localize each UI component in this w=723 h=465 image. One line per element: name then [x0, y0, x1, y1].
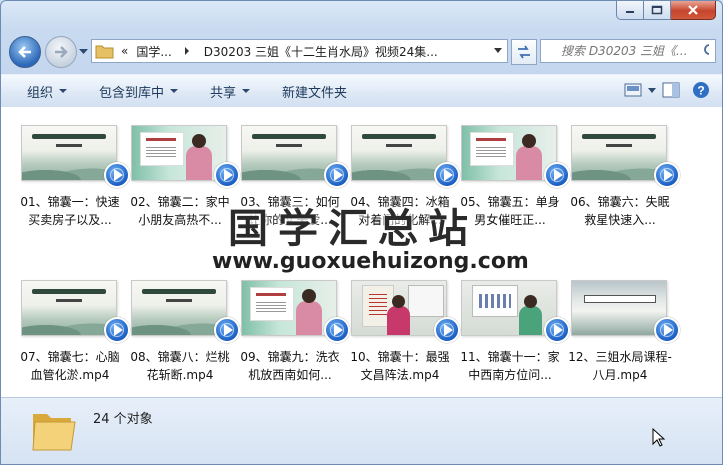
share-label: 共享 — [210, 85, 237, 101]
breadcrumb-separator-icon[interactable] — [182, 46, 192, 56]
file-name: 07、锦囊七：心脑血管化淤.mp4 — [20, 350, 120, 382]
recent-pages-button[interactable] — [79, 44, 88, 58]
video-thumbnail — [21, 280, 117, 336]
video-thumbnail — [241, 280, 337, 336]
chevron-down-icon — [59, 89, 68, 93]
details-pane: 24 个对象 — [1, 398, 722, 464]
file-name: 02、锦囊二：家中小朋友高热不... — [130, 195, 230, 227]
view-controls: ? — [624, 79, 710, 101]
media-player-icon — [324, 317, 350, 343]
help-icon: ? — [693, 82, 709, 98]
svg-text:?: ? — [697, 84, 704, 98]
address-dropdown-icon[interactable] — [493, 45, 503, 55]
forward-arrow-icon — [55, 46, 68, 58]
breadcrumb-overflow[interactable]: « — [121, 44, 128, 58]
media-player-icon — [214, 162, 240, 188]
video-thumbnail — [241, 125, 337, 181]
view-icon — [624, 83, 642, 97]
chevron-down-icon — [79, 49, 88, 54]
breadcrumb-root[interactable]: 国学... — [136, 43, 171, 60]
maximize-button[interactable] — [644, 1, 671, 20]
chevron-down-icon — [242, 89, 251, 93]
folder-icon — [95, 45, 114, 59]
media-player-icon — [544, 317, 570, 343]
video-thumbnail — [461, 280, 557, 336]
video-thumbnail — [571, 125, 667, 181]
share-menu[interactable]: 共享 — [210, 82, 251, 101]
include-library-label: 包含到库中 — [99, 85, 165, 101]
file-name: 08、锦囊八：烂桃花斩断.mp4 — [130, 350, 230, 382]
media-player-icon — [654, 162, 680, 188]
video-thumbnail — [131, 125, 227, 181]
media-player-icon — [434, 317, 460, 343]
back-arrow-icon — [18, 46, 31, 58]
video-thumbnail — [351, 280, 447, 336]
media-player-icon — [104, 317, 130, 343]
back-button[interactable] — [9, 36, 41, 68]
close-button[interactable] — [671, 1, 716, 20]
file-name: 09、锦囊九：洗衣机放西南如何... — [240, 350, 340, 382]
change-view-button[interactable] — [624, 79, 642, 101]
media-player-icon — [104, 162, 130, 188]
video-thumbnail — [461, 125, 557, 181]
maximize-icon — [651, 5, 663, 15]
media-player-icon — [544, 162, 570, 188]
media-player-icon — [324, 162, 350, 188]
minimize-button[interactable] — [616, 1, 644, 20]
file-name: 06、锦囊六：失眠救星快速入... — [570, 195, 670, 227]
search-box[interactable] — [540, 39, 716, 63]
file-name: 01、锦囊一：快速买卖房子以及... — [20, 195, 120, 227]
view-options-dropdown[interactable] — [648, 79, 656, 101]
object-count: 24 个对象 — [93, 412, 153, 427]
minimize-icon — [626, 11, 634, 13]
folder-icon — [32, 414, 76, 451]
help-button[interactable]: ? — [692, 79, 710, 101]
new-folder-button[interactable]: 新建文件夹 — [282, 82, 347, 101]
navigation-bar: « 国学... D30203 三姐《十二生肖水局》视频24集... — [9, 33, 716, 69]
video-thumbnail — [131, 280, 227, 336]
preview-pane-button[interactable] — [662, 79, 680, 101]
media-player-icon — [434, 162, 460, 188]
search-icon[interactable] — [703, 43, 709, 59]
watermark-text: 国学汇总站 — [228, 206, 478, 252]
breadcrumb-current[interactable]: D30203 三姐《十二生肖水局》视频24集... — [204, 43, 438, 60]
close-icon — [688, 5, 698, 15]
file-name: 12、三姐水局课程-八月.mp4 — [568, 350, 672, 382]
address-bar[interactable]: « 国学... D30203 三姐《十二生肖水局》视频24集... — [91, 39, 508, 63]
search-input[interactable] — [541, 43, 703, 59]
video-thumbnail — [21, 125, 117, 181]
organize-menu[interactable]: 组织 — [27, 82, 68, 101]
media-player-icon — [214, 317, 240, 343]
forward-button[interactable] — [45, 36, 77, 68]
refresh-button[interactable] — [511, 39, 537, 65]
mouse-cursor-icon — [652, 428, 666, 447]
file-name: 10、锦囊十：最强文昌阵法.mp4 — [350, 350, 450, 382]
video-thumbnail — [571, 280, 667, 336]
preview-pane-icon — [662, 82, 680, 98]
chevron-down-icon — [170, 89, 179, 93]
video-thumbnail — [351, 125, 447, 181]
chevron-down-icon — [648, 87, 656, 93]
organize-label: 组织 — [27, 85, 54, 101]
media-player-icon — [654, 317, 680, 343]
refresh-icon — [518, 45, 530, 59]
new-folder-label: 新建文件夹 — [282, 85, 348, 101]
include-in-library-menu[interactable]: 包含到库中 — [99, 82, 179, 101]
file-name: 11、锦囊十一：家中西南方位问... — [460, 350, 560, 382]
caption-buttons — [616, 1, 716, 20]
command-bar: 组织 包含到库中 共享 新建文件夹 ? — [1, 74, 722, 108]
watermark-url: www.guoxuehuizong.com — [212, 249, 529, 274]
